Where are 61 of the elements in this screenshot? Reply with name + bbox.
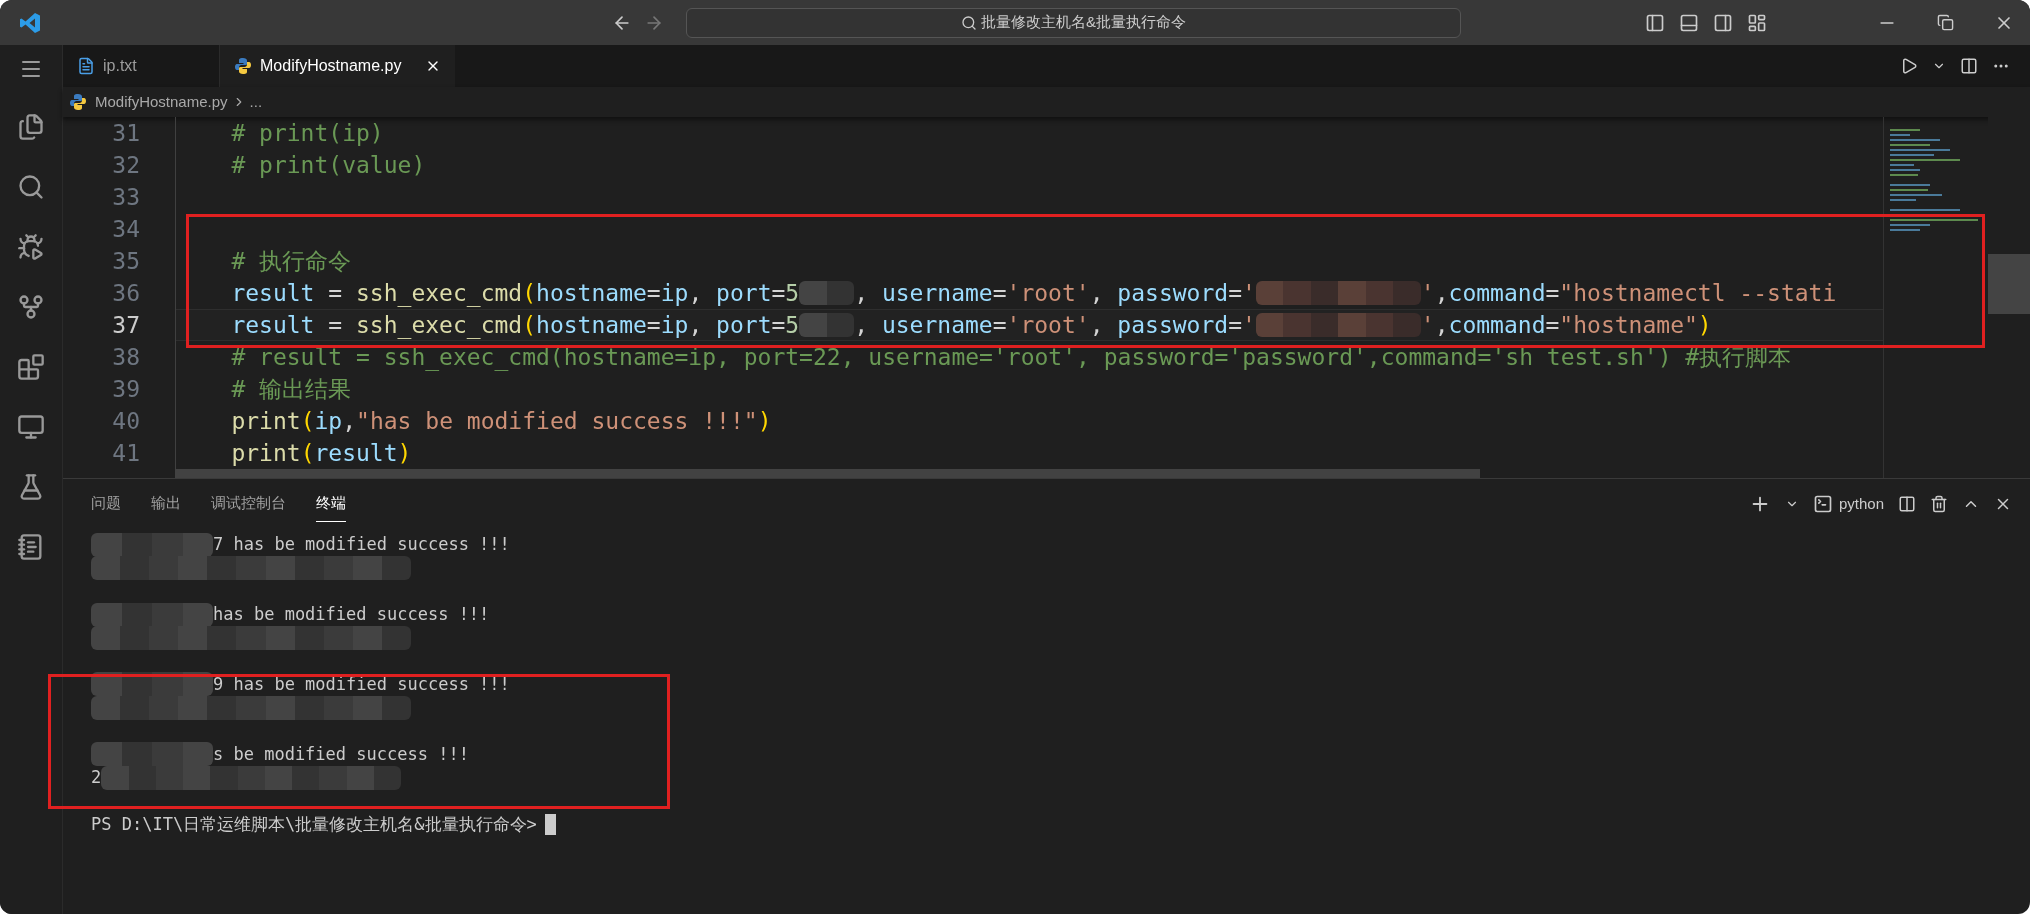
code-line: # print(value) [231,151,426,180]
code-line: result = ssh_exec_cmd(hostname=ip, port=5 , username='root', password=' ',command="hostnamectl --stati [231,279,1837,309]
horizontal-scrollbar[interactable] [175,469,1480,478]
code-line: # result = ssh_exec_cmd(hostname=ip, port=22, username='root', password='password',command='sh test.sh') #执行脚本 [231,343,1792,373]
line-number: 40 [111,407,141,436]
split-terminal-icon[interactable] [1898,495,1916,513]
code-line: print(ip,"has be modified success !!!") [231,407,772,436]
panel-tab[interactable]: 问题 [91,486,121,522]
terminal-output-line: 9 has be modified success !!! [213,672,510,696]
line-number: 35 [111,247,141,276]
line-number: 34 [111,215,141,244]
line-number: 32 [111,151,141,180]
breadcrumb-item[interactable]: ... [249,90,263,114]
notebook-icon[interactable] [17,533,45,561]
terminal-icon [1812,494,1833,514]
app-logo-icon [18,10,42,35]
command-search-field[interactable]: 批量修改主机名&批量执行命令 [686,7,1461,38]
line-number: 36 [111,279,141,308]
terminal-selector[interactable]: python [1812,492,1884,516]
panel-tab[interactable]: 调试控制台 [211,486,286,522]
line-number: 39 [111,375,141,404]
remote-explorer-icon[interactable] [17,413,45,441]
extensions-icon[interactable] [17,353,45,381]
code-line: result = ssh_exec_cmd(hostname=ip, port=5 , username='root', password=' ',command="hostname") [231,311,1712,341]
toggle-panel-icon[interactable] [1679,12,1699,33]
restore-icon[interactable] [1937,14,1954,31]
trash-icon[interactable] [1930,495,1948,513]
explorer-icon[interactable] [17,113,45,141]
split-editor-icon[interactable] [1960,57,1978,75]
terminal-output-line: s be modified success !!! [213,742,469,766]
terminal-prompt: PS D:\IT\日常运维脚本\批量修改主机名&批量执行命令> [91,812,537,836]
text-file-icon [77,57,95,75]
search-icon [961,14,977,31]
terminal-output-text: 2 [91,765,102,789]
search-icon[interactable] [17,173,45,201]
line-number: 37 [111,311,141,340]
run-debug-icon[interactable] [17,233,45,261]
code-line: # 输出结果 [231,375,352,404]
code-line: # 执行命令 [231,247,352,276]
terminal-output-line: has be modified success !!! [213,602,490,626]
python-file-icon [69,93,87,111]
layout-icon[interactable] [1747,12,1767,33]
line-number: 41 [111,439,141,468]
panel-tab[interactable]: 终端 [316,486,346,522]
panel-tab[interactable]: 输出 [151,486,181,522]
run-icon[interactable] [1900,57,1918,75]
breadcrumb-item[interactable]: ModifyHostname.py [95,90,228,114]
editor-tab[interactable]: ModifyHostname.py [220,45,455,87]
line-number: 31 [111,119,141,148]
code-line: print(result) [231,439,412,468]
redaction-block [799,281,855,305]
terminal-cursor [544,813,556,835]
toggle-secondary-sidebar-icon[interactable] [1713,12,1733,33]
terminal-output-line: 7 has be modified success !!! [213,533,510,556]
redaction-block [799,313,855,337]
line-number: 38 [111,343,141,372]
source-control-icon[interactable] [17,293,45,321]
line-number: 33 [111,183,141,212]
code-line: # print(ip) [231,119,384,148]
toggle-sidebar-icon[interactable] [1645,12,1665,33]
python-file-icon [234,57,252,75]
